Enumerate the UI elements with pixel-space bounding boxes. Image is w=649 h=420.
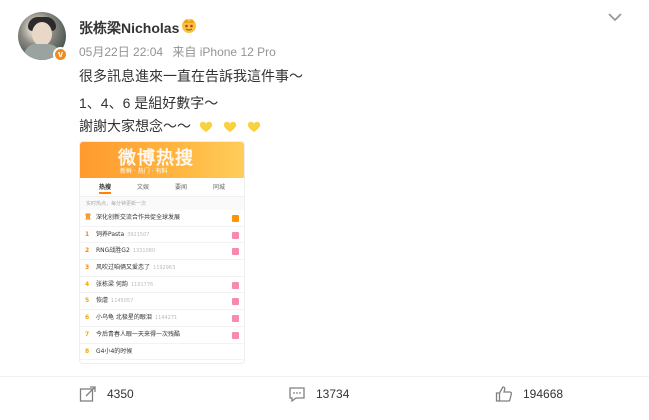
hot-search-rank: 2	[85, 247, 90, 255]
hot-search-rank: 置	[85, 214, 92, 221]
avatar-face	[32, 22, 52, 46]
share-button[interactable]: 4350	[79, 384, 134, 404]
hot-search-heat: 1191776	[130, 281, 154, 288]
hot-search-row: 2 RNG战胜G2 1331080	[80, 243, 244, 261]
verified-badge-icon: v	[53, 47, 68, 62]
yellow-heart-icon	[223, 121, 236, 132]
action-bar-divider	[0, 376, 649, 377]
hot-search-title: RNG战胜G2	[96, 247, 130, 255]
hot-search-heat: 3921507	[127, 231, 150, 238]
hot-search-title: 风吹过咱俩又爱恋了	[96, 264, 151, 272]
hot-search-title: 今后青春人眼一天来得一次残酷	[96, 330, 181, 338]
new-tag-icon	[232, 281, 239, 289]
share-icon	[79, 386, 96, 402]
comment-icon	[289, 387, 305, 403]
hot-search-heat: 1192963	[153, 265, 176, 272]
hearts-group	[199, 120, 267, 136]
post-text-line-3-text: 謝謝大家想念～～	[79, 118, 191, 134]
chevron-down-icon[interactable]	[607, 10, 623, 24]
post-text-line-2: 1、4、6 是組好數字～	[79, 95, 219, 111]
post-image-hot-search-screenshot[interactable]: 微博热搜 新鲜 · 热门 · 有料 热搜 文娱 要闻 同城 实时热点，每分钟更新…	[79, 141, 245, 364]
new-tag-icon	[232, 231, 239, 239]
hot-search-row: 7 今后青春人眼一天来得一次残酷	[80, 327, 244, 344]
hot-search-title: 深化创新交流合作共促全球发展	[96, 214, 181, 221]
hot-search-row: 置 深化创新交流合作共促全球发展	[80, 210, 244, 227]
hot-search-tab: 热搜	[98, 182, 111, 194]
like-count: 194668	[523, 387, 564, 401]
hot-search-rank: 4	[85, 280, 90, 288]
crown-emoji-icon	[182, 19, 196, 33]
like-button[interactable]: 194668	[495, 384, 563, 404]
hot-search-rank: 6	[85, 314, 90, 322]
hot-search-title: G4小4的时候	[96, 347, 133, 355]
weibo-post-card: v 张栋梁Nicholas 05月22日 22:04 来自 iPhone 12 …	[0, 0, 649, 420]
hot-search-banner-subtitle: 新鲜 · 热门 · 有料	[120, 168, 168, 175]
hot-search-heat: 1144271	[154, 315, 178, 322]
hot-search-note: 实时热点，每分钟更新一次	[80, 197, 244, 210]
hot-tag-icon	[232, 215, 239, 222]
hot-search-rank: 5	[85, 297, 90, 305]
hot-search-banner: 微博热搜 新鲜 · 热门 · 有料	[80, 142, 244, 178]
hot-search-rank: 8	[85, 347, 90, 355]
hot-search-title: 恢虐	[96, 297, 109, 305]
hot-search-row: 1 饲养Pasta 3921507	[80, 227, 244, 244]
post-timestamp[interactable]: 05月22日 22:04	[79, 45, 163, 59]
hot-search-tab: 同城	[212, 184, 225, 191]
hot-search-tabs: 热搜 文娱 要闻 同城	[80, 178, 244, 197]
post-meta: 05月22日 22:04 来自 iPhone 12 Pro	[79, 43, 282, 60]
hot-search-title: 张栋梁 何韵	[96, 280, 128, 288]
username[interactable]: 张栋梁Nicholas	[79, 18, 179, 38]
post-text-line-1: 很多訊息進來一直在告訴我這件事～	[79, 68, 303, 84]
hot-search-title: 小乌龟 北极星的眼泪	[96, 314, 152, 322]
share-count: 4350	[107, 387, 134, 401]
hot-search-heat: 1145057	[111, 298, 134, 305]
new-tag-icon	[232, 248, 239, 256]
hot-search-row: 8 G4小4的时候	[80, 344, 244, 361]
yellow-heart-icon	[199, 121, 213, 132]
new-tag-icon	[232, 315, 239, 323]
new-tag-icon	[232, 298, 239, 306]
hot-search-rank: 3	[85, 264, 90, 272]
hot-search-row: 5 恢虐 1145057	[80, 293, 244, 311]
comment-button[interactable]: 13734	[288, 384, 349, 404]
hot-search-tab: 文娱	[136, 184, 149, 191]
yellow-heart-icon	[247, 121, 260, 132]
post-source: 来自 iPhone 12 Pro	[172, 45, 276, 59]
thumbs-up-icon	[495, 386, 513, 402]
hot-search-title: 饲养Pasta	[96, 230, 125, 238]
hot-search-row: 6 小乌龟 北极星的眼泪 1144271	[80, 310, 244, 327]
hot-search-rank: 7	[85, 330, 90, 338]
comment-count: 13734	[316, 387, 350, 401]
post-text-line-3: 謝謝大家想念～～	[79, 116, 267, 136]
hot-search-row: 3 风吹过咱俩又爱恋了 1192963	[80, 260, 244, 277]
hot-search-rank: 1	[85, 230, 90, 238]
new-tag-icon	[232, 331, 239, 339]
hot-search-heat: 1331080	[132, 248, 156, 255]
hot-search-tab: 要闻	[174, 184, 187, 191]
hot-search-row: 4 张栋梁 何韵 1191776	[80, 277, 244, 294]
